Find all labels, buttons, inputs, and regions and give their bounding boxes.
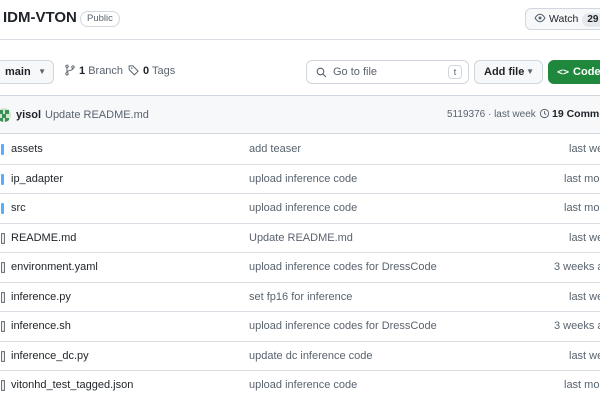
folder-icon	[1, 144, 7, 158]
table-row[interactable]: inference.sh upload inference codes for D…	[0, 312, 600, 342]
avatar[interactable]	[0, 108, 11, 122]
last-modified-date: last month	[564, 172, 600, 185]
file-icon	[1, 232, 7, 247]
tag-count: 0	[143, 65, 150, 77]
table-row[interactable]: src upload inference code last month	[0, 194, 600, 224]
branch-icon	[65, 64, 75, 76]
table-row[interactable]: README.md Update README.md last week	[0, 224, 600, 253]
file-name-link[interactable]: ip_adapter	[11, 173, 63, 185]
latest-commit-bar: yisol Update README.md 5119376 · last we…	[0, 96, 600, 134]
last-modified-date: last month	[564, 379, 600, 391]
commit-message-link[interactable]: upload inference code	[249, 379, 357, 391]
file-name-link[interactable]: inference.py	[11, 291, 71, 303]
code-icon: <>	[557, 67, 570, 78]
commit-hash-time[interactable]: 5119376 · last week	[447, 109, 536, 120]
commit-message-link[interactable]: update dc inference code	[249, 350, 373, 362]
branches-link[interactable]: 1 Branch	[64, 64, 123, 77]
repo-name[interactable]: IDM-VTON	[3, 9, 77, 26]
tag-label: Tags	[151, 65, 176, 77]
watch-button[interactable]: Watch 29	[525, 8, 600, 30]
go-to-file-search[interactable]: Go to file t	[306, 60, 469, 84]
file-name-link[interactable]: vitonhd_test_tagged.json	[11, 379, 133, 391]
commit-message-link[interactable]: upload inference code	[249, 173, 357, 185]
watch-count: 29	[582, 13, 600, 27]
commit-message-link[interactable]: Update README.md	[249, 232, 353, 244]
commit-message[interactable]: Update README.md	[45, 109, 149, 121]
visibility-badge: Public	[80, 11, 120, 27]
chevron-down-icon: ▼	[526, 67, 534, 76]
keyboard-shortcut-hint: t	[448, 65, 462, 79]
table-row[interactable]: inference.py set fp16 for inference last w…	[0, 283, 600, 312]
file-icon	[1, 321, 7, 335]
branch-name: main	[5, 66, 31, 78]
folder-icon	[1, 173, 7, 188]
commit-message-link[interactable]: set fp16 for inference	[249, 291, 352, 303]
file-name-link[interactable]: inference_dc.py	[11, 350, 89, 362]
table-row[interactable]: inference_dc.py update dc inference code l…	[0, 342, 600, 371]
code-label: Code	[573, 66, 600, 78]
last-modified-date: 3 weeks ago	[554, 320, 600, 332]
tags-link[interactable]: 0 Tags	[128, 64, 175, 77]
last-modified-date: last week	[569, 290, 600, 303]
last-modified-date: 3 weeks ago	[554, 261, 600, 273]
eye-icon	[534, 13, 546, 23]
folder-icon	[1, 203, 7, 217]
file-icon	[1, 350, 7, 365]
repo-header: IDM-VTON Public Watch 29	[0, 0, 600, 40]
table-row[interactable]: environment.yaml upload inference codes f…	[0, 253, 600, 283]
watch-label: Watch	[549, 13, 579, 25]
file-name-link[interactable]: assets	[11, 143, 43, 155]
file-icon	[1, 291, 7, 306]
table-row[interactable]: ip_adapter upload inference code last mont…	[0, 165, 600, 194]
commit-message-link[interactable]: upload inference code	[249, 202, 357, 214]
table-row[interactable]: assets add teaser last week	[0, 135, 600, 165]
file-icon	[1, 380, 7, 394]
add-file-label: Add file	[484, 66, 525, 78]
branch-label: Branch	[88, 65, 124, 77]
commit-message-link[interactable]: upload inference codes for DressCode	[249, 261, 437, 273]
tag-icon	[128, 65, 139, 76]
table-row[interactable]: vitonhd_test_tagged.json upload inference…	[0, 371, 600, 400]
chevron-down-icon: ▼	[38, 67, 46, 76]
code-button[interactable]: <> Code	[548, 60, 600, 84]
file-name-link[interactable]: src	[11, 202, 26, 214]
file-name-link[interactable]: environment.yaml	[11, 261, 98, 273]
commit-author[interactable]: yisol	[16, 109, 41, 121]
file-list: yisol Update README.md 5119376 · last we…	[0, 95, 600, 400]
file-name-link[interactable]: README.md	[11, 232, 76, 244]
history-icon	[539, 108, 550, 119]
branch-select-button[interactable]: main ▼	[0, 60, 54, 84]
last-modified-date: last month	[564, 202, 600, 214]
commit-message-link[interactable]: upload inference codes for DressCode	[249, 320, 437, 332]
commits-count: 19 Commits	[552, 108, 600, 120]
file-icon	[1, 262, 7, 276]
last-modified-date: last week	[569, 349, 600, 362]
search-icon	[316, 67, 327, 78]
branch-count: 1	[79, 65, 86, 77]
commit-message-link[interactable]: add teaser	[249, 143, 301, 155]
file-name-link[interactable]: inference.sh	[11, 320, 71, 332]
last-modified-date: last week	[569, 143, 600, 155]
last-modified-date: last week	[569, 231, 600, 244]
add-file-button[interactable]: Add file ▼	[474, 60, 543, 84]
search-placeholder: Go to file	[333, 66, 378, 78]
commits-link[interactable]: 19 Commits	[539, 108, 600, 120]
